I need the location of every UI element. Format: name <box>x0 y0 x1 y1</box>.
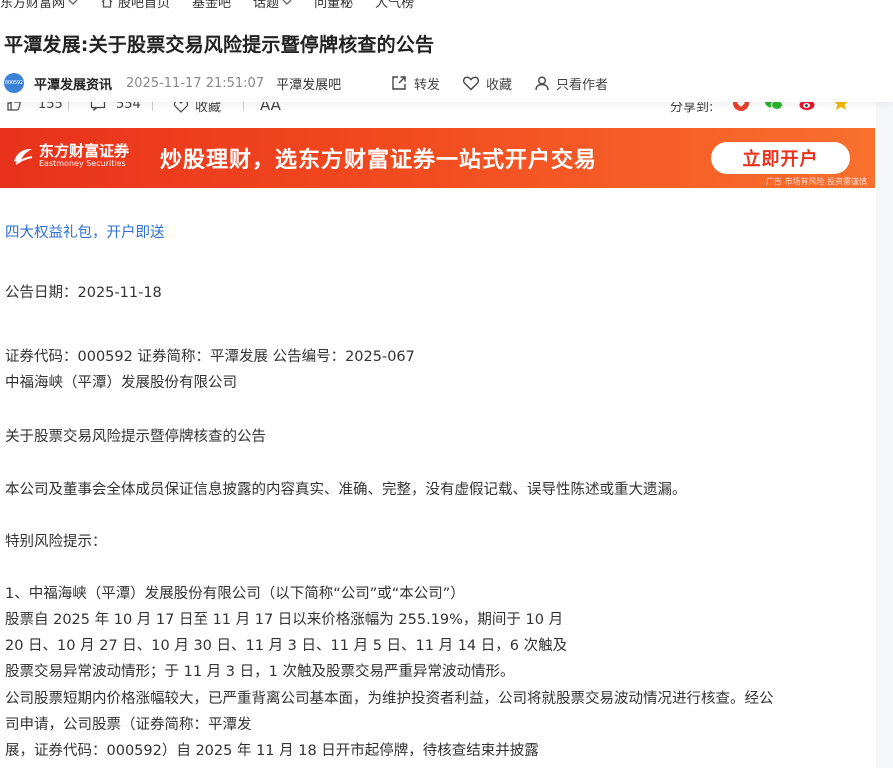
user-icon <box>535 76 549 91</box>
promo-link[interactable]: 四大权益礼包，开户即送 <box>5 223 165 243</box>
post-meta: 000592 平潭发展资讯 2025-11-17 21:51:07 平潭发展吧 <box>4 72 341 94</box>
nav-fund-bar[interactable]: 基金吧 <box>192 0 231 11</box>
heart-icon <box>462 76 480 91</box>
article-line: 20 日、10 月 27 日、10 月 30 日、11 月 3 日、11 月 5… <box>5 638 568 654</box>
top-navigation: 东方财富网 股吧首页 基金吧 话题 问董秘 人气榜 <box>0 0 893 14</box>
article-line: 本公司及董事会全体成员保证信息披露的内容真实、准确、完整，没有虚假记载、误导性陈… <box>5 482 687 498</box>
open-account-button[interactable]: 立即开户 <box>711 142 850 174</box>
eastmoney-securities-logo: 东方财富证券 Eastmoney Securities <box>12 143 129 168</box>
share-out-icon <box>392 76 406 90</box>
article-line: 关于股票交易风险提示暨停牌核查的公告 <box>5 429 266 445</box>
nav-popularity[interactable]: 人气榜 <box>375 0 414 11</box>
post-title: 平潭发展:关于股票交易风险提示暨停牌核查的公告 <box>4 34 435 56</box>
article-line: 中福海峡（平潭）发展股份有限公司 <box>5 375 237 391</box>
author-avatar[interactable]: 000592 <box>4 73 24 93</box>
ad-disclaimer: 广告 市场有风险 投资需谨慎 <box>765 177 867 186</box>
nav-topics[interactable]: 话题 <box>253 0 292 11</box>
chevron-down-icon <box>68 0 78 5</box>
chevron-down-icon <box>282 0 292 5</box>
article-line: 公司股票短期内价格涨幅较大，已严重背离公司基本面，为维护投资者利益，公司将就股票… <box>5 691 774 707</box>
article-line: 股票交易异常波动情形；于 11 月 3 日，1 次触及股票交易严重异常波动情形。 <box>5 664 515 680</box>
article-line: 股票自 2025 年 10 月 17 日至 11 月 17 日以来价格涨幅为 2… <box>5 612 564 628</box>
bar-link[interactable]: 平潭发展吧 <box>276 74 341 93</box>
broker-ad-banner[interactable]: 东方财富证券 Eastmoney Securities 炒股理财，选东方财富证券… <box>0 128 875 188</box>
right-gutter <box>876 102 893 768</box>
article-line: 展，证券代码：000592）自 2025 年 11 月 18 日开市起停牌，待核… <box>5 743 539 759</box>
article-line: 1、中福海峡（平潭）发展股份有限公司（以下简称“公司”或“本公司”） <box>5 586 465 602</box>
only-author-button[interactable]: 只看作者 <box>534 74 608 93</box>
nav-ask-secretary[interactable]: 问董秘 <box>314 0 353 11</box>
eastmoney-logo-icon <box>14 148 33 165</box>
article-line: 公告日期：2025-11-18 <box>5 285 162 301</box>
home-icon <box>101 0 113 8</box>
nav-eastmoney[interactable]: 东方财富网 <box>0 0 78 11</box>
article-line: 证券代码：000592 证券简称：平潭发展 公告编号：2025-067 <box>5 349 415 365</box>
publish-time: 2025-11-17 21:51:07 <box>126 75 265 91</box>
forward-button[interactable]: 转发 <box>390 74 440 93</box>
post-actions: 转发 收藏 只看作者 <box>390 72 630 94</box>
article-line: 司申请，公司股票（证券简称：平潭发 <box>5 717 252 733</box>
post-header: 平潭发展:关于股票交易风险提示暨停牌核查的公告 000592 平潭发展资讯 20… <box>0 14 893 102</box>
article-line: 特别风险提示： <box>5 534 107 550</box>
banner-slogan: 炒股理财，选东方财富证券一站式开户交易 <box>160 148 598 173</box>
author-name[interactable]: 平潭发展资讯 <box>34 74 112 93</box>
nav-guba-home[interactable]: 股吧首页 <box>100 0 170 11</box>
favorite-button[interactable]: 收藏 <box>462 74 512 93</box>
